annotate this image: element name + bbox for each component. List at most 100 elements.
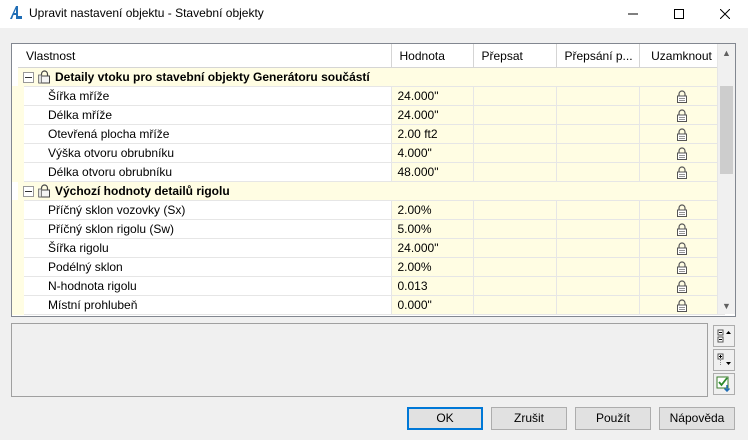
lock-cell[interactable] [639,124,725,144]
group-header[interactable]: Výchozí hodnoty detailů rigolu [18,181,725,201]
lock-cell[interactable] [639,143,725,163]
collapse-toggle-icon[interactable] [23,71,34,83]
override-cell[interactable] [473,105,557,125]
vertical-scrollbar[interactable]: ▲ ▼ [717,44,735,314]
override-cell[interactable] [473,238,557,258]
category-lock-icon [38,70,50,84]
override-cell[interactable] [473,276,557,296]
group-title: Detaily vtoku pro stavební objekty Gener… [55,69,370,84]
expand-all-button[interactable] [713,325,735,347]
override-cell[interactable] [473,257,557,277]
autocad-a-icon [10,6,22,19]
property-row[interactable]: Šířka mříže 24.000" [12,86,725,106]
override-value-cell[interactable] [556,105,640,125]
override-value-cell[interactable] [556,162,640,182]
override-cell[interactable] [473,86,557,106]
check-override-icon [716,376,731,392]
property-value[interactable]: 24.000" [391,238,474,258]
override-value-cell[interactable] [556,124,640,144]
lock-cell[interactable] [639,257,725,277]
override-value-cell[interactable] [556,238,640,258]
override-cell[interactable] [473,295,557,315]
maximize-icon [674,9,684,19]
group-row[interactable]: Výchozí hodnoty detailů rigolu [18,181,725,201]
override-cell[interactable] [473,200,557,220]
group-title: Výchozí hodnoty detailů rigolu [55,183,230,198]
grid-header-row: Vlastnost Hodnota Přepsat Přepsání p... … [18,44,725,68]
override-value-cell[interactable] [556,200,640,220]
ok-button[interactable]: OK [407,407,483,430]
property-value[interactable]: 24.000" [391,105,474,125]
override-value-cell[interactable] [556,276,640,296]
column-header-uzamknout[interactable]: Uzamknout [639,44,725,68]
property-value[interactable]: 5.00% [391,219,474,239]
override-cell[interactable] [473,124,557,144]
property-row[interactable]: N-hodnota rigolu 0.013 [12,276,725,296]
override-value-cell[interactable] [556,295,640,315]
lock-cell[interactable] [639,105,725,125]
property-row[interactable]: Otevřená plocha mříže 2.00 ft2 [12,124,725,144]
lock-cell[interactable] [639,86,725,106]
override-cell[interactable] [473,143,557,163]
property-value[interactable]: 24.000" [391,86,474,106]
property-name: Otevřená plocha mříže [12,124,392,144]
title-bar: Upravit nastavení objektu - Stavební obj… [0,0,748,28]
property-row[interactable]: Příčný sklon vozovky (Sx) 2.00% [12,200,725,220]
override-value-cell[interactable] [556,257,640,277]
lock-icon [676,299,687,313]
close-icon [720,9,730,19]
property-value[interactable]: 2.00 ft2 [391,124,474,144]
collapse-all-icon [717,353,731,366]
property-value[interactable]: 0.000" [391,295,474,315]
lock-cell[interactable] [639,162,725,182]
property-row[interactable]: Délka otvoru obrubníku 48.000" [12,162,725,182]
close-button[interactable] [702,0,748,28]
grid-body: Detaily vtoku pro stavební objekty Gener… [12,67,725,315]
lock-cell[interactable] [639,238,725,258]
scroll-thumb[interactable] [720,86,733,174]
property-value[interactable]: 0.013 [391,276,474,296]
override-value-cell[interactable] [556,219,640,239]
help-button[interactable]: Nápověda [659,407,735,430]
column-header-vlastnost[interactable]: Vlastnost [18,44,392,68]
column-header-prepsat[interactable]: Přepsat [473,44,557,68]
property-value[interactable]: 2.00% [391,257,474,277]
property-row[interactable]: Příčný sklon rigolu (Sw) 5.00% [12,219,725,239]
property-row[interactable]: Místní prohlubeň 0.000" [12,295,725,315]
column-header-prepsani[interactable]: Přepsání p... [556,44,640,68]
override-cell[interactable] [473,219,557,239]
category-lock-icon [38,184,50,198]
lock-icon [676,280,687,294]
check-override-button[interactable] [713,373,735,395]
property-value[interactable]: 48.000" [391,162,474,182]
property-name: Délka otvoru obrubníku [12,162,392,182]
property-value[interactable]: 4.000" [391,143,474,163]
scroll-down-icon[interactable]: ▼ [718,297,735,314]
override-cell[interactable] [473,162,557,182]
lock-icon [676,261,687,275]
group-row[interactable]: Detaily vtoku pro stavební objekty Gener… [18,67,725,87]
lock-icon [676,223,687,237]
column-header-hodnota[interactable]: Hodnota [391,44,474,68]
group-header[interactable]: Detaily vtoku pro stavební objekty Gener… [18,67,725,87]
cancel-button[interactable]: Zrušit [491,407,567,430]
lock-cell[interactable] [639,219,725,239]
lock-icon [676,242,687,256]
property-value[interactable]: 2.00% [391,200,474,220]
maximize-button[interactable] [656,0,702,28]
override-value-cell[interactable] [556,143,640,163]
collapse-toggle-icon[interactable] [23,185,34,197]
scroll-up-icon[interactable]: ▲ [718,44,735,61]
property-name: Příčný sklon rigolu (Sw) [12,219,392,239]
collapse-all-button[interactable] [713,349,735,371]
minimize-button[interactable] [610,0,656,28]
property-row[interactable]: Výška otvoru obrubníku 4.000" [12,143,725,163]
lock-cell[interactable] [639,276,725,296]
override-value-cell[interactable] [556,86,640,106]
property-row[interactable]: Podélný sklon 2.00% [12,257,725,277]
lock-cell[interactable] [639,200,725,220]
apply-button[interactable]: Použít [575,407,651,430]
property-row[interactable]: Délka mříže 24.000" [12,105,725,125]
lock-cell[interactable] [639,295,725,315]
property-row[interactable]: Šířka rigolu 24.000" [12,238,725,258]
